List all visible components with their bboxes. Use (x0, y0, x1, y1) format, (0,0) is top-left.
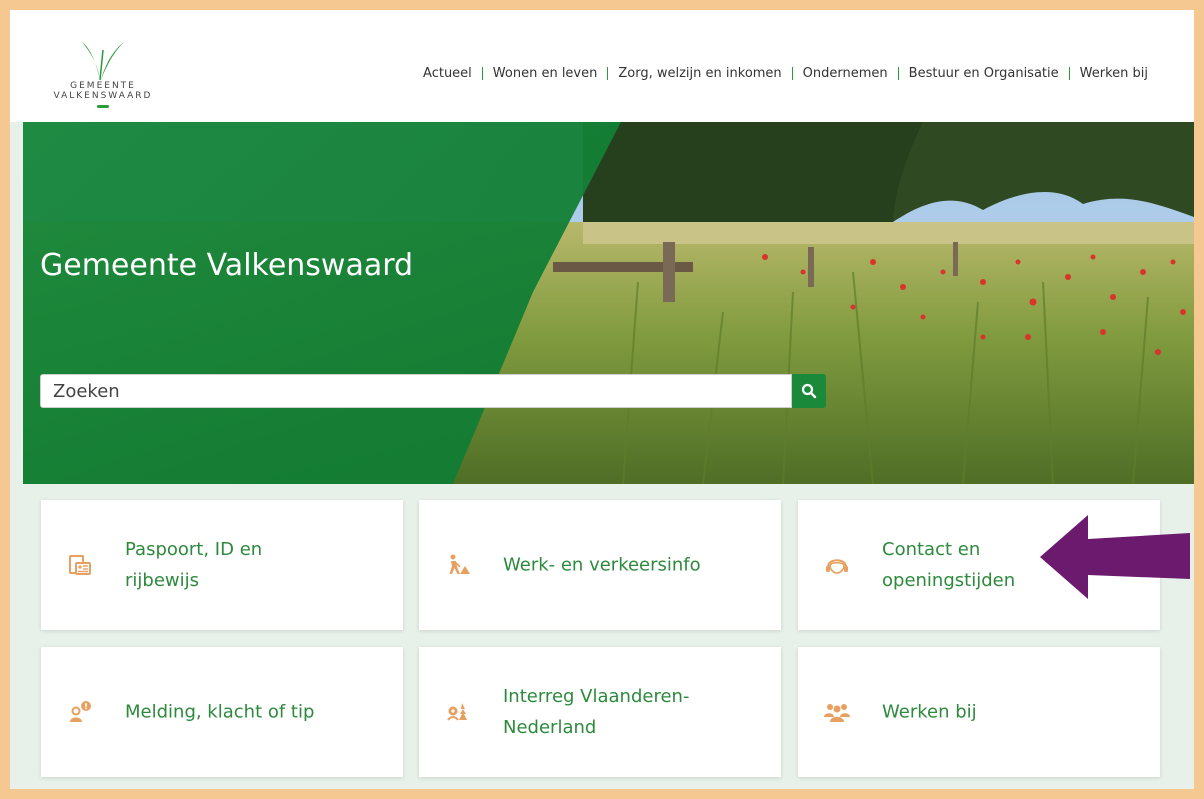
nav-separator (481, 67, 483, 80)
search-icon (801, 383, 817, 399)
headset-contact-icon (826, 559, 848, 574)
nav-link-actueel[interactable]: Actueel (423, 66, 472, 81)
nav-link-wonen-en-leven[interactable]: Wonen en leven (493, 66, 598, 81)
tile-werk-en-verkeersinfo[interactable]: Werk- en verkeersinfo (419, 500, 781, 630)
valkenswaard-v-logo-icon (82, 42, 124, 81)
nav-separator (607, 67, 609, 80)
nav-link-ondernemen[interactable]: Ondernemen (803, 66, 888, 81)
logo-text-gemeente: GEMEENTE (70, 81, 136, 91)
main-nav: Actueel Wonen en leven Zorg, welzijn en … (423, 66, 1148, 81)
tile-paspoort-id-rijbewijs[interactable]: Paspoort, ID en rijbewijs (41, 500, 403, 630)
tile-werken-bij[interactable]: Werken bij (798, 647, 1160, 777)
nav-link-werken-bij[interactable]: Werken bij (1080, 66, 1148, 81)
site-logo[interactable]: GEMEENTE VALKENSWAARD (28, 40, 178, 110)
tile-label: Werk- en verkeersinfo (503, 550, 763, 581)
tile-label-line: Interreg Vlaanderen- (503, 686, 690, 707)
site-header: GEMEENTE VALKENSWAARD Actueel Wonen en l… (10, 10, 1194, 122)
tile-label: Paspoort, ID en rijbewijs (125, 534, 385, 596)
search-input[interactable] (40, 374, 792, 408)
tile-interreg-vlaanderen-nederland[interactable]: Interreg Vlaanderen- Nederland (419, 647, 781, 777)
search-bar (40, 374, 826, 408)
tile-label-line: Werken bij (882, 701, 977, 723)
purple-arrow-icon (1040, 515, 1190, 599)
tile-label-line: Werk- en verkeersinfo (503, 554, 701, 576)
logo-accent (97, 105, 109, 108)
page-title: Gemeente Valkenswaard (40, 248, 414, 283)
nav-separator (791, 67, 793, 80)
tile-label-line: Melding, klacht of tip (125, 701, 315, 723)
tile-label: Werken bij (882, 697, 1142, 728)
tile-label-line: rijbewijs (125, 570, 200, 591)
interreg-nature-icon (447, 703, 467, 721)
nav-separator (897, 67, 899, 80)
hero-meadow-image (23, 122, 1194, 484)
tile-label-line: Paspoort, ID en (125, 539, 263, 560)
logo-text-valkenswaard: VALKENSWAARD (53, 91, 153, 101)
tile-label: Interreg Vlaanderen- Nederland (503, 681, 763, 743)
people-group-icon (824, 704, 850, 722)
tile-label: Melding, klacht of tip (125, 697, 385, 728)
tile-label-line: Nederland (503, 717, 597, 738)
hero-banner: Gemeente Valkenswaard (23, 122, 1194, 484)
page-frame: GEMEENTE VALKENSWAARD Actueel Wonen en l… (10, 10, 1194, 789)
nav-link-bestuur-en-organisatie[interactable]: Bestuur en Organisatie (909, 66, 1059, 81)
tile-melding-klacht-tip[interactable]: Melding, klacht of tip (41, 647, 403, 777)
nav-link-zorg-welzijn-inkomen[interactable]: Zorg, welzijn en inkomen (618, 66, 781, 81)
roadwork-icon (449, 554, 470, 574)
nav-separator (1068, 67, 1070, 80)
report-notification-icon (70, 701, 91, 722)
search-button[interactable] (792, 374, 826, 408)
passport-id-icon (69, 555, 91, 575)
